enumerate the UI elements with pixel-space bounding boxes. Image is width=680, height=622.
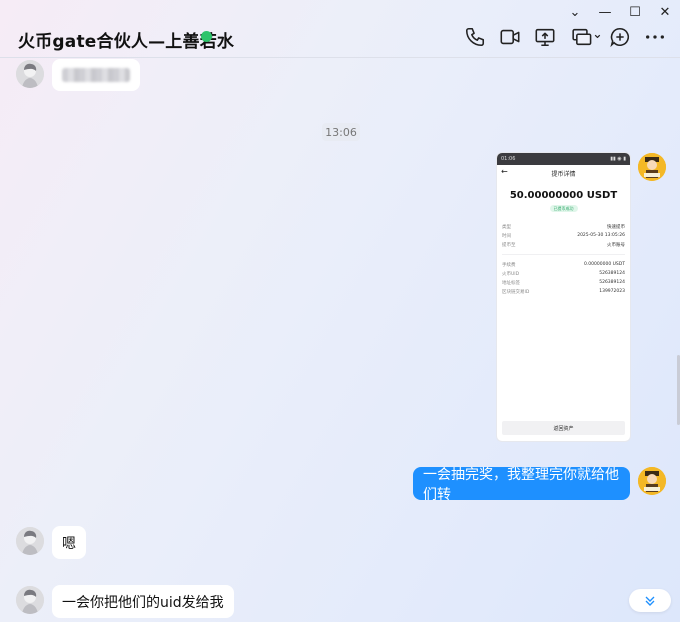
avatar[interactable] <box>16 527 44 555</box>
avatar[interactable] <box>16 586 44 614</box>
header-divider <box>0 57 680 58</box>
detail-row: 提币至 火币账号 <box>502 242 625 248</box>
phone-time: 01:06 <box>501 156 516 162</box>
phone-nav: ← 提币详情 <box>497 165 630 181</box>
timestamp: 13:06 <box>322 123 360 141</box>
detail-row: 类型 快速提币 <box>502 224 625 230</box>
double-chevron-down-icon <box>645 596 655 606</box>
detail-separator <box>502 254 625 255</box>
video-icon[interactable] <box>499 26 521 48</box>
remote-control-icon[interactable] <box>569 26 603 48</box>
screen-share-icon[interactable] <box>534 26 556 48</box>
avatar[interactable] <box>638 467 666 495</box>
withdraw-amount: 50.00000000 USDT <box>509 190 618 201</box>
phone-status-bar: 01:06 ▮▮ ◉ ▮ <box>497 153 630 165</box>
image-message[interactable]: 01:06 ▮▮ ◉ ▮ ← 提币详情 50.00000000 USDT 已提币… <box>497 153 630 441</box>
message-bubble[interactable] <box>52 59 140 91</box>
message-bubble[interactable]: 一会抽完奖，我整理完你就给他们转 <box>413 467 630 503</box>
chat-header: 火币gate合伙人—上善若水 <box>0 0 680 58</box>
avatar[interactable] <box>638 153 666 181</box>
scroll-to-bottom-button[interactable] <box>629 589 671 612</box>
back-arrow-icon: ← <box>501 167 508 176</box>
detail-row: 时间 2025-05-30 13:05:26 <box>502 233 625 239</box>
more-icon[interactable] <box>644 26 666 48</box>
status-badge: 已提币成功 <box>549 205 578 212</box>
detail-row: 地址标签 526389124 <box>502 280 625 286</box>
detail-row: 区块链交易ID 139972023 <box>502 289 625 295</box>
return-assets-button: 返回资产 <box>502 421 625 435</box>
add-icon[interactable] <box>609 26 631 48</box>
phone-nav-title: 提币详情 <box>551 170 576 178</box>
message-bubble[interactable]: 一会你把他们的uid发给我 <box>52 585 234 618</box>
detail-rows: 类型 快速提币 时间 2025-05-30 13:05:26 提币至 火币账号 手续费… <box>497 222 630 296</box>
detail-row: 手续费 0.00000000 USDT <box>502 262 625 268</box>
avatar[interactable] <box>16 60 44 88</box>
detail-row: 火币UID 526389124 <box>502 271 625 277</box>
phone-status-icons: ▮▮ ◉ ▮ <box>610 156 626 162</box>
message-bubble[interactable]: 嗯 <box>52 526 86 559</box>
phone-icon[interactable] <box>464 26 486 48</box>
blurred-message-content <box>62 68 130 82</box>
online-status-dot <box>201 31 212 42</box>
